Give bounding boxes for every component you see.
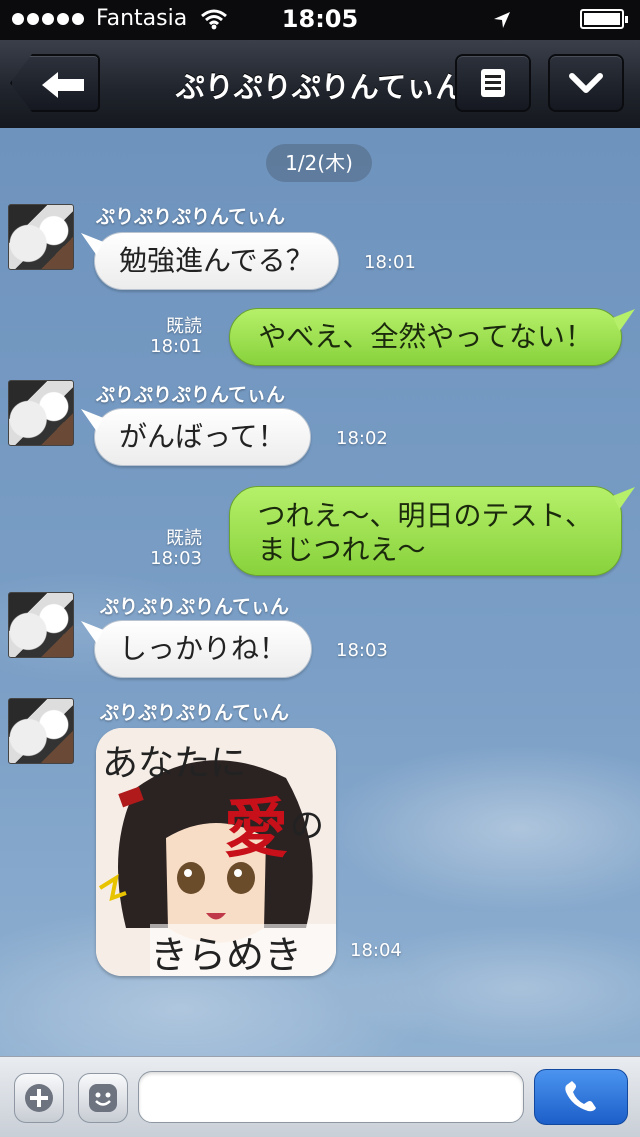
- sticker-text: きらめきよ: [150, 924, 336, 976]
- read-receipt: 既読: [166, 528, 202, 549]
- sender-avatar[interactable]: [8, 204, 74, 270]
- date-separator: 1/2(木): [266, 144, 372, 182]
- read-receipt: 既読: [166, 316, 202, 337]
- menu-button[interactable]: [455, 54, 531, 112]
- add-attachment-button[interactable]: [14, 1073, 64, 1123]
- sender-name: ぷりぷりぷりんてぃん: [100, 596, 290, 618]
- back-button[interactable]: [10, 54, 100, 112]
- chevron-down-icon: [569, 73, 603, 93]
- message-time: 18:04: [350, 940, 402, 961]
- sticker-text: の: [290, 806, 324, 846]
- battery-icon: [580, 9, 628, 29]
- status-bar: Fantasia 18:05: [0, 0, 640, 40]
- input-bar: [0, 1056, 640, 1137]
- outgoing-message-bubble[interactable]: やべえ、全然やってない！: [229, 308, 622, 366]
- chat-area[interactable]: 1/2(木) ぷりぷりぷりんてぃん 勉強進んでる？ 18:01 既読 18:01…: [0, 128, 640, 1056]
- sticker-button[interactable]: [78, 1073, 128, 1123]
- call-button[interactable]: [534, 1069, 628, 1125]
- list-menu-icon: [481, 69, 505, 97]
- nav-bar: ぷりぷりぷりんてぃん: [0, 40, 640, 129]
- message-line: つれえ〜、明日のテスト、: [257, 499, 593, 532]
- location-arrow-icon: [492, 10, 512, 34]
- message-time: 18:03: [150, 548, 202, 569]
- sender-name: ぷりぷりぷりんてぃん: [96, 384, 286, 406]
- dropdown-button[interactable]: [548, 54, 624, 112]
- sticker-text: 愛: [224, 792, 288, 867]
- incoming-message-bubble[interactable]: しっかりね！: [94, 620, 313, 678]
- message-line: まじつれえ〜: [257, 533, 426, 566]
- status-time: 18:05: [281, 5, 359, 33]
- plus-icon: [25, 1084, 53, 1112]
- sender-avatar[interactable]: [8, 698, 74, 764]
- sender-avatar[interactable]: [8, 380, 74, 446]
- sender-name: ぷりぷりぷりんてぃん: [96, 206, 286, 228]
- back-arrow-icon: [42, 72, 84, 98]
- sticker-message[interactable]: あなたに 愛 の きらめきよ: [96, 728, 336, 976]
- message-time: 18:02: [336, 428, 388, 449]
- smiley-icon: [89, 1084, 117, 1112]
- incoming-message-bubble[interactable]: がんばって！: [94, 408, 311, 466]
- incoming-message-bubble[interactable]: 勉強進んでる？: [94, 232, 339, 290]
- message-time: 18:01: [150, 336, 202, 357]
- sender-avatar[interactable]: [8, 592, 74, 658]
- message-time: 18:03: [336, 640, 388, 661]
- sender-name: ぷりぷりぷりんてぃん: [100, 702, 290, 724]
- message-time: 18:01: [364, 252, 416, 273]
- outgoing-message-bubble[interactable]: つれえ〜、明日のテスト、 まじつれえ〜: [228, 486, 622, 576]
- phone-icon: [565, 1081, 596, 1112]
- message-input[interactable]: [138, 1071, 524, 1123]
